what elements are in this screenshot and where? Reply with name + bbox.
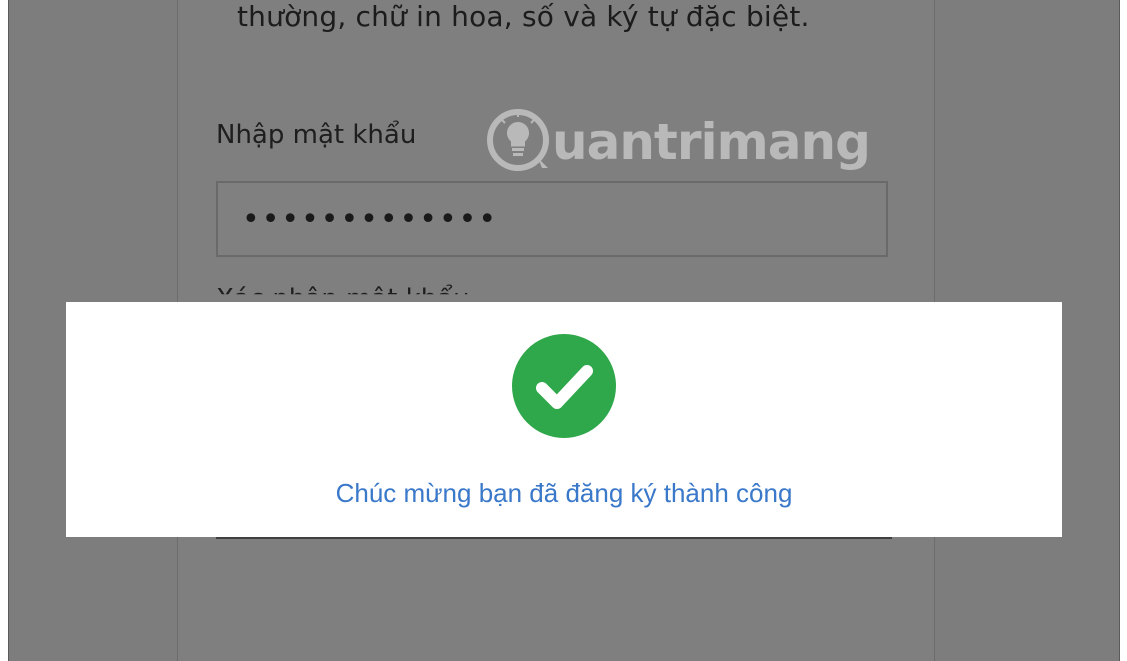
success-message: Chúc mừng bạn đã đăng ký thành công [335,478,793,508]
checkmark-icon [512,334,616,438]
watermark-text: uantrimang [552,113,871,171]
lightbulb-icon [487,109,549,171]
page: thường, chữ in hoa, số và ký tự đặc biệt… [0,0,1127,661]
password-hint-text: thường, chữ in hoa, số và ký tự đặc biệt… [237,0,810,33]
password-label: Nhập mật khẩu [216,120,417,150]
window-edge-left [0,0,9,661]
watermark: uantrimang [486,108,871,172]
window-edge-right [1119,0,1127,661]
password-field[interactable]: ••••••••••••• [216,181,888,257]
